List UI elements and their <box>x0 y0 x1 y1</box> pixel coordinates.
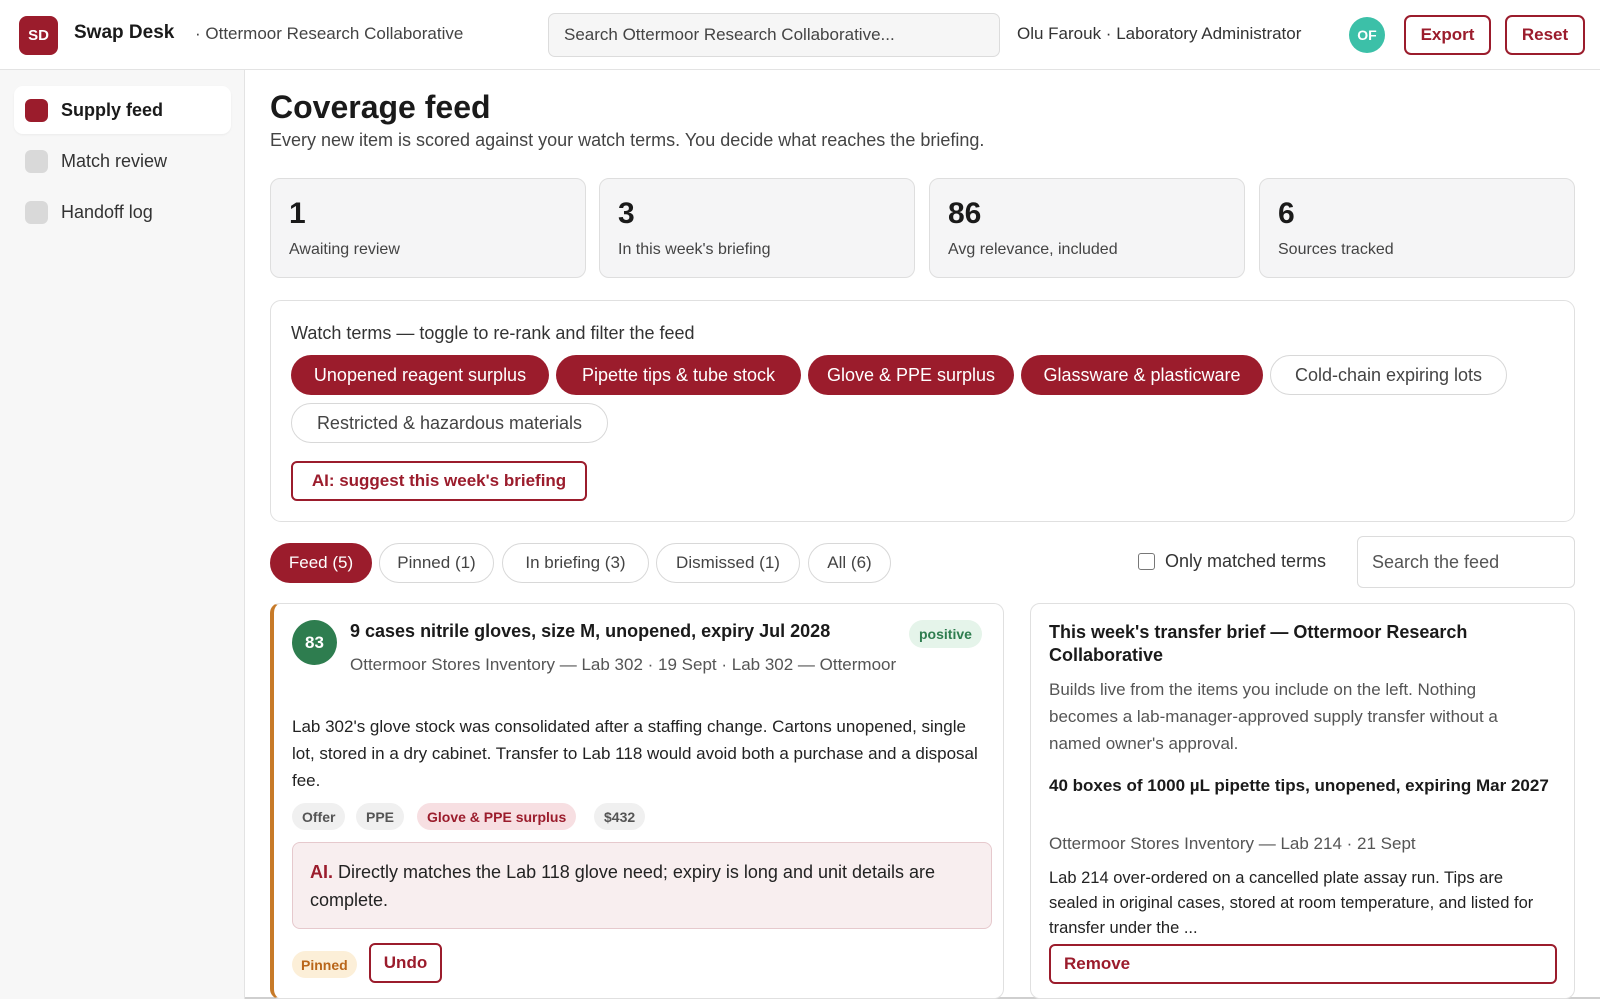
stat-card-sources: 6 Sources tracked <box>1259 178 1575 278</box>
sidebar-item-match-review[interactable]: Match review <box>14 137 231 185</box>
page-title: Coverage feed <box>270 89 491 125</box>
stat-card-briefing: 3 In this week's briefing <box>599 178 915 278</box>
feed-item-meta: Ottermoor Stores Inventory — Lab 302 · 1… <box>350 655 897 674</box>
sidebar-item-handoff-log[interactable]: Handoff log <box>14 188 231 236</box>
user-label: Olu Farouk · Laboratory Administrator <box>1017 24 1302 43</box>
pinned-status-badge: Pinned <box>292 951 357 978</box>
nav-square-icon <box>25 98 48 122</box>
sidebar: Supply feed Match review Handoff log <box>0 70 245 999</box>
tab-feed[interactable]: Feed (5) <box>270 543 372 583</box>
brief-title: This week's transfer brief — Ottermoor R… <box>1049 622 1468 665</box>
export-button[interactable]: Export <box>1404 15 1491 55</box>
watch-terms-heading: Watch terms — toggle to re-rank and filt… <box>291 323 695 343</box>
tag-value: $432 <box>594 803 646 830</box>
avatar[interactable]: OF <box>1349 17 1385 53</box>
sidebar-item-label: Supply feed <box>61 99 164 120</box>
term-chip-reagent[interactable]: Unopened reagent surplus <box>291 355 549 395</box>
stat-value: 6 <box>1278 197 1295 230</box>
ai-note: AI. Directly matches the Lab 118 glove ne… <box>292 842 992 929</box>
tab-all[interactable]: All (6) <box>808 543 891 583</box>
feed-item-body: Lab 302's glove stock was consolidated a… <box>292 717 978 790</box>
stat-card-awaiting: 1 Awaiting review <box>270 178 586 278</box>
stat-value: 86 <box>948 197 982 230</box>
feed-search-input[interactable] <box>1357 536 1575 588</box>
brief-item-meta: Ottermoor Stores Inventory — Lab 214 · 2… <box>1049 834 1416 853</box>
app-logo[interactable]: SD <box>19 16 58 55</box>
relevance-score: 83 <box>292 620 337 665</box>
term-chip-pipette[interactable]: Pipette tips & tube stock <box>556 355 801 395</box>
ai-suggest-briefing-button[interactable]: AI: suggest this week's briefing <box>291 461 587 501</box>
only-matched-toggle[interactable]: Only matched terms <box>1138 551 1326 572</box>
stat-value: 1 <box>289 197 306 230</box>
stat-label: Awaiting review <box>289 241 400 258</box>
stat-label: Avg relevance, included <box>948 241 1118 258</box>
stat-value: 3 <box>618 197 635 230</box>
app-title: Swap Desk <box>74 22 175 43</box>
ai-note-label: AI. <box>310 862 334 882</box>
brief-item-body: Lab 214 over-ordered on a cancelled plat… <box>1049 869 1534 937</box>
global-search-input[interactable] <box>548 13 1000 57</box>
top-bar: SD Swap Desk · Ottermoor Research Collab… <box>0 0 1600 70</box>
undo-button[interactable]: Undo <box>369 943 442 983</box>
remove-button[interactable]: Remove <box>1049 944 1557 984</box>
only-matched-checkbox[interactable] <box>1138 553 1155 570</box>
reset-button[interactable]: Reset <box>1505 15 1585 55</box>
brief-description: Builds live from the items you include o… <box>1049 680 1498 753</box>
sidebar-item-supply-feed[interactable]: Supply feed <box>14 86 231 134</box>
tag-matched-term: Glove & PPE surplus <box>417 803 577 830</box>
tab-pinned[interactable]: Pinned (1) <box>379 543 494 583</box>
feed-item-card[interactable]: 83 9 cases nitrile gloves, size M, unope… <box>270 603 1004 999</box>
tab-dismissed[interactable]: Dismissed (1) <box>656 543 800 583</box>
sidebar-item-label: Match review <box>61 150 168 171</box>
transfer-brief-panel: This week's transfer brief — Ottermoor R… <box>1030 603 1575 999</box>
nav-square-icon <box>25 149 48 173</box>
stat-label: In this week's briefing <box>618 241 771 258</box>
sidebar-item-label: Handoff log <box>61 201 153 222</box>
feed-item-title[interactable]: 9 cases nitrile gloves, size M, unopened… <box>350 621 830 642</box>
org-name: · Ottermoor Research Collaborative <box>195 24 464 43</box>
watch-terms-panel: Watch terms — toggle to re-rank and filt… <box>270 300 1575 522</box>
term-chip-glassware[interactable]: Glassware & plasticware <box>1021 355 1263 395</box>
ai-note-text: Directly matches the Lab 118 glove need;… <box>310 862 936 910</box>
stat-card-avg-relevance: 86 Avg relevance, included <box>929 178 1245 278</box>
nav-square-icon <box>25 200 48 224</box>
term-chip-glove[interactable]: Glove & PPE surplus <box>808 355 1014 395</box>
term-chip-restricted[interactable]: Restricted & hazardous materials <box>291 403 608 443</box>
page-subtitle: Every new item is scored against your wa… <box>270 130 985 150</box>
only-matched-label: Only matched terms <box>1165 551 1327 571</box>
tab-in-briefing[interactable]: In briefing (3) <box>502 543 649 583</box>
brief-item-title: 40 boxes of 1000 µL pipette tips, unopen… <box>1049 776 1549 795</box>
term-chip-cold-chain[interactable]: Cold-chain expiring lots <box>1270 355 1507 395</box>
stat-label: Sources tracked <box>1278 241 1394 258</box>
sentiment-badge: positive <box>909 620 982 648</box>
tag-category: PPE <box>356 803 405 830</box>
tag-type: Offer <box>292 803 346 830</box>
